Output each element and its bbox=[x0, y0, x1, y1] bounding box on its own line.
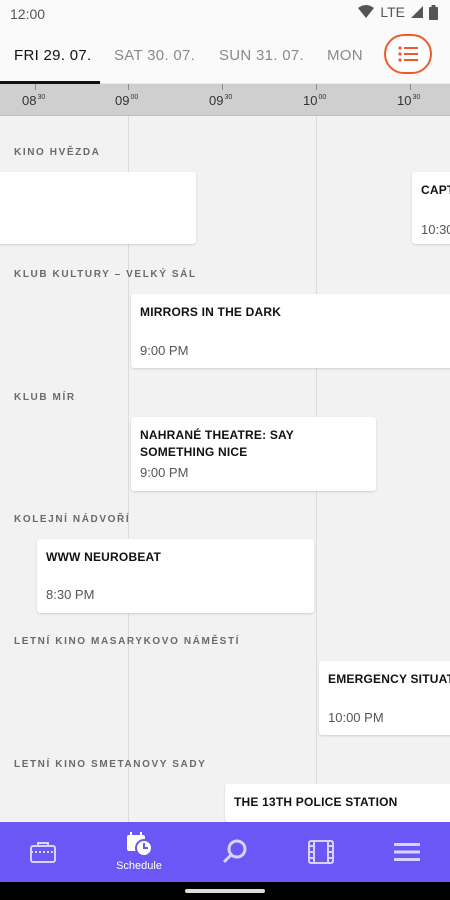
event-time: 10:00 PM bbox=[328, 710, 384, 725]
event-title: THE 13TH POLICE STATION bbox=[234, 795, 398, 809]
event-title: MIRRORS IN THE DARK bbox=[140, 305, 282, 319]
event-time: 10:30 bbox=[421, 222, 450, 237]
venue-label: KOLEJNÍ NÁDVOŘÍ bbox=[14, 514, 131, 525]
event-time: 9:00 PM bbox=[140, 343, 189, 358]
film-icon bbox=[308, 840, 334, 864]
battery-icon bbox=[429, 4, 438, 20]
event-card[interactable]: THE 13TH POLICE STATION bbox=[225, 784, 450, 822]
venue-label: LETNÍ KINO MASARYKOVO NÁMĚSTÍ bbox=[14, 636, 241, 647]
nav-tickets[interactable] bbox=[8, 822, 78, 882]
venue-label: KLUB KULTURY – VELKÝ SÁL bbox=[14, 269, 197, 280]
event-title: NAHRANÉ THEATRE: SAY SOMETHING NICE bbox=[140, 428, 294, 459]
tab-fri[interactable]: FRI 29. 07. bbox=[14, 47, 92, 64]
event-title: CAPT bbox=[421, 183, 450, 197]
gesture-bar bbox=[0, 882, 450, 900]
event-title: WWW NEUROBEAT bbox=[46, 550, 162, 564]
venue-label: KLUB MÍR bbox=[14, 392, 76, 403]
ruler-tick bbox=[128, 84, 129, 90]
event-time: 8:30 PM bbox=[46, 587, 95, 602]
calendar-clock-icon bbox=[127, 832, 153, 857]
event-card[interactable] bbox=[0, 172, 196, 244]
status-icons: LTE bbox=[358, 4, 438, 20]
tab-sat[interactable]: SAT 30. 07. bbox=[114, 47, 195, 64]
list-view-button[interactable] bbox=[384, 34, 432, 74]
venue-label: KINO HVĚZDA bbox=[14, 147, 101, 158]
ruler-label: 0930 bbox=[209, 93, 233, 108]
nav-films[interactable] bbox=[286, 822, 356, 882]
signal-icon bbox=[411, 6, 423, 18]
ruler-label: 0830 bbox=[22, 93, 46, 108]
nav-menu[interactable] bbox=[372, 822, 442, 882]
nav-label-schedule: Schedule bbox=[116, 860, 162, 872]
event-card[interactable]: WWW NEUROBEAT 8:30 PM bbox=[37, 539, 314, 613]
list-icon bbox=[398, 46, 418, 62]
event-card[interactable]: EMERGENCY SITUATIO 10:00 PM bbox=[319, 661, 450, 735]
network-type: LTE bbox=[380, 4, 405, 20]
wifi-icon bbox=[358, 5, 375, 18]
ruler-tick bbox=[410, 84, 411, 90]
event-time: 9:00 PM bbox=[140, 465, 189, 480]
ruler-label: 0900 bbox=[115, 93, 139, 108]
ruler-label: 1000 bbox=[303, 93, 327, 108]
status-time: 12:00 bbox=[10, 6, 46, 22]
event-card[interactable]: CAPT 10:30 bbox=[412, 172, 450, 244]
nav-schedule[interactable]: Schedule bbox=[104, 822, 174, 882]
search-icon bbox=[222, 839, 247, 864]
tab-mon[interactable]: MON bbox=[327, 47, 363, 64]
ruler-tick bbox=[222, 84, 223, 90]
status-bar: 12:00 LTE bbox=[0, 0, 450, 28]
menu-icon bbox=[394, 843, 420, 861]
ruler-label: 1030 bbox=[397, 93, 421, 108]
event-card[interactable]: NAHRANÉ THEATRE: SAY SOMETHING NICE 9:00… bbox=[131, 417, 376, 491]
home-indicator[interactable] bbox=[185, 889, 265, 893]
tab-sun[interactable]: SUN 31. 07. bbox=[219, 47, 304, 64]
nav-search[interactable] bbox=[200, 822, 270, 882]
time-ruler[interactable]: 0830 0900 0930 1000 1030 bbox=[0, 84, 450, 116]
day-tabs: FRI 29. 07. SAT 30. 07. SUN 31. 07. MON bbox=[0, 28, 450, 84]
event-title: EMERGENCY SITUATIO bbox=[328, 672, 450, 686]
bottom-navigation: Schedule bbox=[0, 822, 450, 882]
venue-label: LETNÍ KINO SMETANOVY SADY bbox=[14, 759, 207, 770]
event-card[interactable]: MIRRORS IN THE DARK 9:00 PM bbox=[131, 294, 450, 368]
ruler-tick bbox=[35, 84, 36, 90]
ticket-icon bbox=[30, 842, 56, 863]
ruler-tick bbox=[316, 84, 317, 90]
